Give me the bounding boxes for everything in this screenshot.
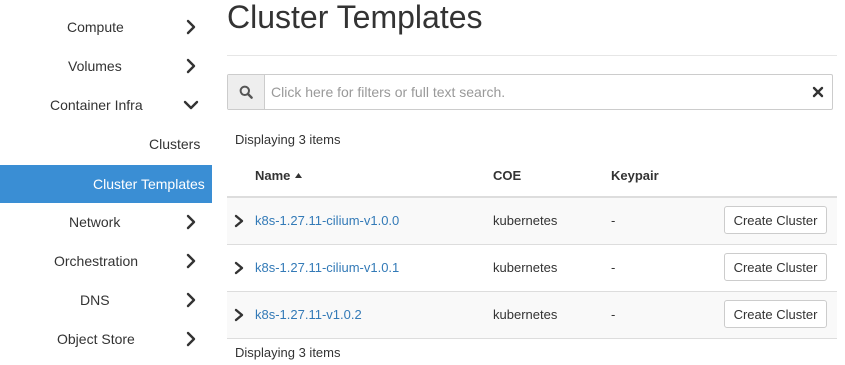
sidebar-item-label: Container Infra	[50, 97, 143, 113]
sidebar-item-network[interactable]: Network	[0, 203, 212, 241]
chevron-down-icon	[183, 100, 199, 110]
chevron-right-icon[interactable]	[233, 308, 245, 322]
chevron-right-icon[interactable]	[233, 261, 245, 275]
page-title: Cluster Templates	[227, 0, 483, 35]
sidebar-item-label: Compute	[67, 19, 124, 35]
cell-keypair: -	[611, 307, 616, 322]
table-header: Name COE Keypair	[227, 156, 837, 198]
column-header-name[interactable]: Name	[255, 156, 303, 196]
sidebar-item-dns[interactable]: DNS	[0, 281, 212, 319]
sidebar-item-label: Cluster Templates	[93, 176, 205, 192]
sidebar-item-label: Object Store	[57, 331, 135, 347]
cell-coe: kubernetes	[493, 213, 558, 228]
cell-name: k8s-1.27.11-v1.0.2	[255, 292, 362, 338]
main-content: Cluster Templates Displaying 3 items Nam…	[212, 0, 845, 365]
cell-name: k8s-1.27.11-cilium-v1.0.0	[255, 198, 399, 244]
search-icon	[239, 85, 253, 99]
column-header-coe[interactable]: COE	[493, 156, 521, 196]
column-header-label: Name	[255, 168, 291, 183]
sort-ascending-icon	[295, 173, 303, 178]
search-input[interactable]	[265, 75, 811, 109]
cell-coe: kubernetes	[493, 260, 558, 275]
page: Compute Volumes Container Infra Clusters…	[0, 0, 845, 365]
template-name-link[interactable]: k8s-1.27.11-cilium-v1.0.1	[255, 260, 399, 275]
chevron-right-icon[interactable]	[233, 214, 245, 228]
chevron-right-icon	[186, 292, 196, 308]
sidebar: Compute Volumes Container Infra Clusters…	[0, 0, 212, 365]
cell-coe: kubernetes	[493, 307, 558, 322]
template-name-link[interactable]: k8s-1.27.11-v1.0.2	[255, 307, 362, 322]
search-addon[interactable]	[228, 75, 265, 109]
chevron-right-icon	[186, 331, 196, 347]
sidebar-item-object-store[interactable]: Object Store	[0, 320, 212, 358]
sidebar-item-container-infra[interactable]: Container Infra	[0, 86, 212, 124]
chevron-right-icon	[186, 253, 196, 269]
sidebar-item-compute[interactable]: Compute	[0, 8, 212, 46]
sidebar-item-label: Network	[69, 214, 121, 230]
close-icon[interactable]	[812, 86, 824, 98]
cell-name: k8s-1.27.11-cilium-v1.0.1	[255, 245, 399, 291]
chevron-right-icon	[186, 19, 196, 35]
item-count-bottom: Displaying 3 items	[235, 345, 341, 360]
table-row: k8s-1.27.11-cilium-v1.0.0 kubernetes - C…	[227, 198, 837, 245]
chevron-right-icon	[186, 214, 196, 230]
cell-keypair: -	[611, 213, 616, 228]
create-cluster-button[interactable]: Create Cluster	[724, 300, 827, 328]
create-cluster-button[interactable]: Create Cluster	[724, 253, 827, 281]
sidebar-item-label: Orchestration	[54, 253, 139, 269]
sidebar-item-volumes[interactable]: Volumes	[0, 47, 212, 85]
column-header-keypair[interactable]: Keypair	[611, 156, 659, 196]
item-count-top: Displaying 3 items	[235, 132, 341, 147]
create-cluster-button[interactable]: Create Cluster	[724, 206, 827, 234]
chevron-right-icon	[186, 58, 196, 74]
sidebar-item-label: Clusters	[149, 136, 201, 152]
table-row: k8s-1.27.11-cilium-v1.0.1 kubernetes - C…	[227, 245, 837, 292]
sidebar-item-clusters[interactable]: Clusters	[0, 125, 212, 163]
cell-keypair: -	[611, 260, 616, 275]
search-bar	[227, 74, 833, 110]
sidebar-item-label: Volumes	[68, 58, 122, 74]
sidebar-item-orchestration[interactable]: Orchestration	[0, 242, 212, 280]
sidebar-item-label: DNS	[80, 292, 110, 308]
table-row: k8s-1.27.11-v1.0.2 kubernetes - Create C…	[227, 292, 837, 339]
sidebar-item-cluster-templates[interactable]: Cluster Templates	[0, 165, 212, 203]
title-divider	[227, 55, 837, 56]
template-name-link[interactable]: k8s-1.27.11-cilium-v1.0.0	[255, 213, 399, 228]
